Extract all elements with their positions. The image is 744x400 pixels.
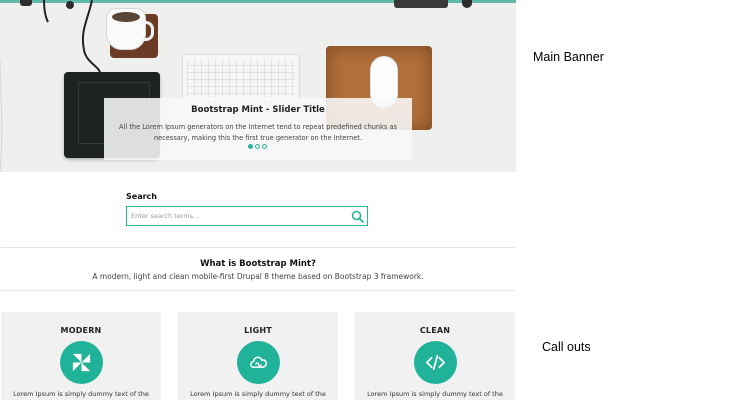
- callout-text: Lorem Ipsum is simply dummy text of the: [367, 390, 503, 398]
- search-form: [126, 206, 368, 226]
- callout-clean: CLEAN Lorem Ipsum is simply dummy text o…: [355, 312, 515, 400]
- search-icon[interactable]: [351, 210, 364, 223]
- carousel-indicator-1[interactable]: [248, 144, 253, 149]
- desk-object: [66, 1, 74, 9]
- search-label: Search: [126, 192, 157, 201]
- phone-illustration: [394, 0, 448, 8]
- callout-title: MODERN: [60, 326, 102, 335]
- pinwheel-icon: [72, 353, 91, 372]
- callout-title: CLEAN: [419, 326, 451, 335]
- callout-icon-circle: [414, 341, 457, 384]
- code-icon: [426, 354, 445, 371]
- about-section: What is Bootstrap Mint? A modern, light …: [1, 247, 515, 291]
- callout-icon-circle: [237, 341, 280, 384]
- callout-title: LIGHT: [244, 326, 272, 335]
- search-input[interactable]: [131, 210, 341, 222]
- desk-object: [20, 0, 32, 6]
- mug-illustration: [106, 8, 154, 50]
- carousel-indicator-2[interactable]: [255, 144, 260, 149]
- slide-title: Bootstrap Mint - Slider Title: [191, 105, 325, 115]
- keyboard-illustration: [182, 54, 300, 102]
- about-title: What is Bootstrap Mint?: [200, 259, 316, 269]
- annotation-main-banner: Main Banner: [533, 50, 604, 64]
- callout-text: Lorem Ipsum is simply dummy text of the: [13, 390, 149, 398]
- callout-icon-circle: [60, 341, 103, 384]
- callout-modern: MODERN Lorem Ipsum is simply dummy text …: [1, 312, 161, 400]
- carousel-indicator-3[interactable]: [262, 144, 267, 149]
- screenshot: Bootstrap Mint - Slider Title All the Lo…: [0, 0, 516, 400]
- cloud-icon: [250, 356, 268, 369]
- callout-text: Lorem Ipsum is simply dummy text of the: [190, 390, 326, 398]
- main-banner-slider[interactable]: Bootstrap Mint - Slider Title All the Lo…: [0, 0, 516, 172]
- annotation-call-outs: Call outs: [542, 340, 591, 354]
- about-text: A modern, light and clean mobile-first D…: [92, 272, 424, 281]
- callout-light: LIGHT Lorem Ipsum is simply dummy text o…: [178, 312, 338, 400]
- slide-caption: Bootstrap Mint - Slider Title All the Lo…: [104, 98, 412, 160]
- slide-text: All the Lorem Ipsum generators on the In…: [119, 123, 397, 142]
- carousel-indicators: [248, 144, 269, 150]
